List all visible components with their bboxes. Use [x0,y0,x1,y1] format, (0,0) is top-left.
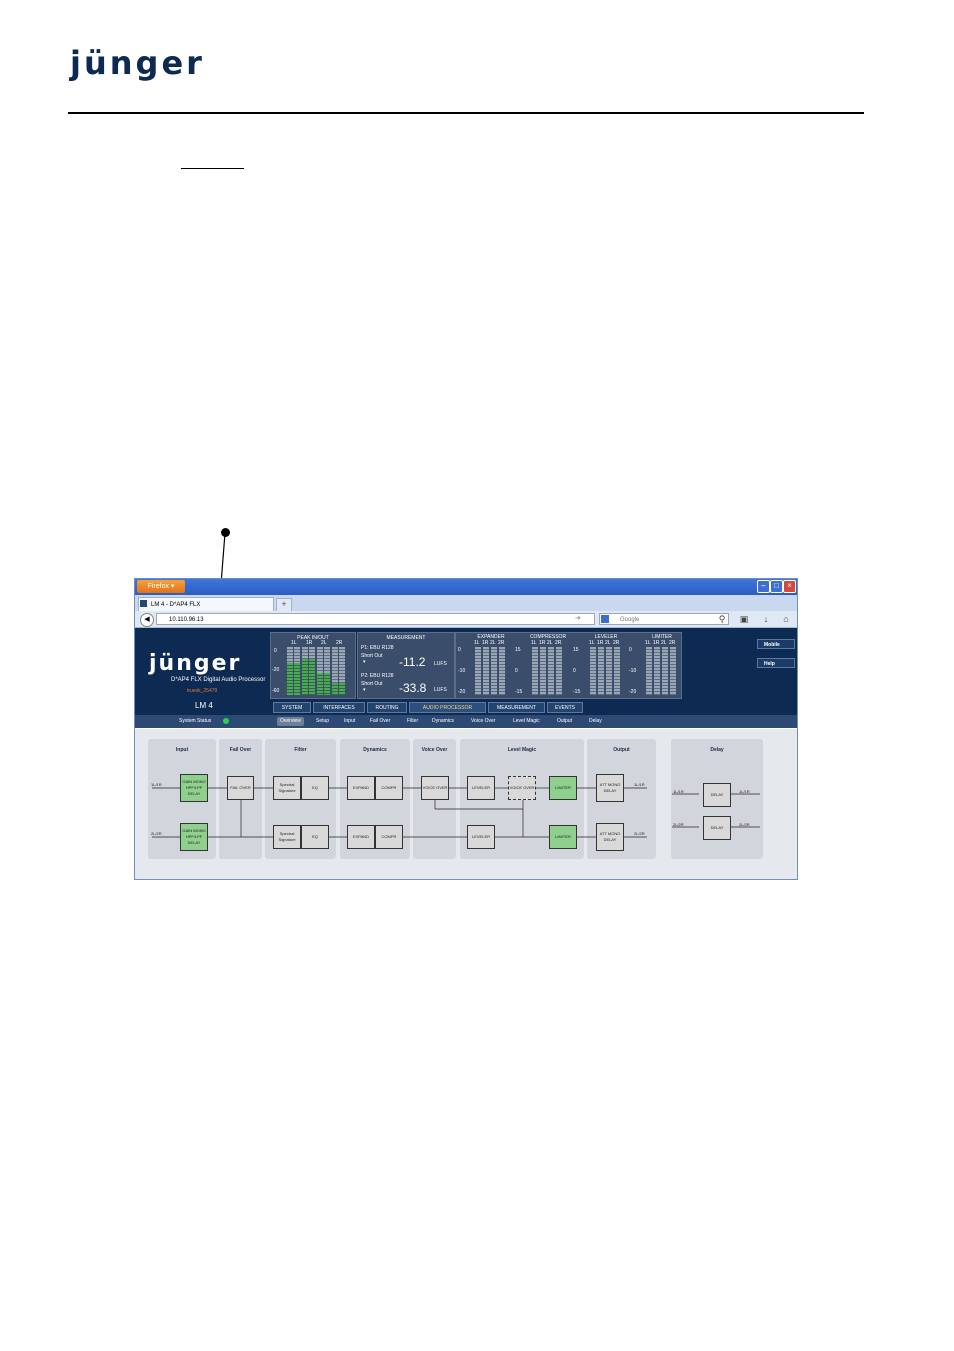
dyn-ch-2-2: 2L [605,640,611,646]
submenu-input[interactable]: Input [344,717,355,726]
dyn-scale-0-0: 0 [458,647,461,653]
compr-block-2[interactable]: COMPR [375,825,403,849]
dyn-scale-2-0: 15 [573,647,579,653]
dyn-bar-3-1 [654,647,660,695]
dyn-ch-3-1: 1R [653,640,660,646]
menu-tab-system[interactable]: SYSTEM [273,702,311,713]
limiter-block-1[interactable]: LIMITER [549,776,577,800]
dyn-ch-3-3: 2R [669,640,676,646]
submenu-setup[interactable]: Setup [316,717,329,726]
dyn-bar-1-3 [556,647,562,695]
dyn-scale-1-2: -15 [515,689,523,695]
dyn-ch-2-0: 1L [589,640,595,646]
dyn-bar-1-0 [532,647,538,695]
limiter-block-2[interactable]: LIMITER [549,825,577,849]
leveler-block-2[interactable]: LEVELER [467,825,495,849]
dyn-scale-2-2: -15 [573,689,581,695]
leveler-block-1[interactable]: LEVELER [467,776,495,800]
delay-out-1-label: 1L/1R [739,789,750,794]
dyn-bar-2-0 [590,647,596,695]
dyn-bar-3-2 [662,647,668,695]
eq-block-1[interactable]: EQ [301,776,329,800]
signal-lines [152,787,760,838]
submenu-dynamics[interactable]: Dynamics [432,717,454,726]
dyn-scale-2-1: 0 [573,668,576,674]
output-block-1[interactable]: ATT MONO DELAY [596,774,624,802]
failover-block[interactable]: FAIL OVER [227,776,254,800]
expand-block-2[interactable]: EXPAND [347,825,375,849]
dyn-scale-0-1: -10 [458,668,466,674]
menu-tab-events[interactable]: EVENTS [547,702,583,713]
dyn-bar-2-2 [606,647,612,695]
output-1-label: 1L/1R [634,782,645,787]
dyn-ch-2-3: 2R [613,640,620,646]
submenu-voice-over[interactable]: Voice Over [471,717,495,726]
delay-block-1[interactable]: DELAY [703,783,731,807]
submenu-delay[interactable]: Delay [589,717,602,726]
gain-block-2[interactable]: GAIN MONO HPF/LPF DELAY [180,823,208,851]
submenu-fail-over[interactable]: Fail Over [370,717,390,726]
dyn-ch-0-1: 1R [482,640,489,646]
submenu-overview[interactable]: Overview [277,717,304,726]
dyn-ch-2-1: 1R [597,640,604,646]
dyn-ch-1-2: 2L [547,640,553,646]
dyn-ch-0-2: 2L [490,640,496,646]
input-2-label: 2L/2R [151,831,162,836]
voiceover-block[interactable]: VOICE OVER [421,776,449,800]
spectral-block-2[interactable]: Spectral Signature [273,825,301,849]
dyn-ch-0-3: 2R [498,640,505,646]
menu-tab-routing[interactable]: ROUTING [367,702,407,713]
menu-tab-audio-processor[interactable]: AUDIO PROCESSOR [409,702,486,713]
dyn-scale-3-2: -20 [629,689,637,695]
delay-block-2[interactable]: DELAY [703,816,731,840]
dyn-ch-0-0: 1L [474,640,480,646]
delay-in-1-label: 1L/1R [673,789,684,794]
voiceover-dashed-block[interactable]: VOICE OVER [508,776,536,800]
expand-block-1[interactable]: EXPAND [347,776,375,800]
dyn-bar-3-3 [670,647,676,695]
dyn-bar-1-2 [548,647,554,695]
dyn-bar-2-3 [614,647,620,695]
spectral-block-1[interactable]: Spectral Signature [273,776,301,800]
dyn-bar-0-1 [483,647,489,695]
dyn-bar-0-0 [475,647,481,695]
dyn-ch-1-3: 2R [555,640,562,646]
delay-in-2-label: 2L/2R [673,822,684,827]
dyn-ch-1-0: 1L [531,640,537,646]
output-2-label: 2L/2R [634,831,645,836]
delay-out-2-label: 2L/2R [739,822,750,827]
submenu-output[interactable]: Output [557,717,572,726]
submenu-level-magic[interactable]: Level Magic [513,717,540,726]
dyn-scale-1-1: 0 [515,668,518,674]
dyn-scale-1-0: 15 [515,647,521,653]
dyn-bar-1-1 [540,647,546,695]
menu-tab-interfaces[interactable]: INTERFACES [313,702,365,713]
output-block-2[interactable]: ATT MONO DELAY [596,823,624,851]
compr-block-1[interactable]: COMPR [375,776,403,800]
dyn-scale-0-2: -20 [458,689,466,695]
dyn-scale-3-0: 0 [629,647,632,653]
dyn-ch-1-1: 1R [539,640,546,646]
dyn-bar-0-2 [491,647,497,695]
dyn-bar-3-0 [646,647,652,695]
browser-window: Firefox ▾ – □ × LM 4 - D*AP4 FLX + ◀ 10.… [134,578,798,880]
gain-block-1[interactable]: GAIN MONO HPF/LPF DELAY [180,774,208,802]
dyn-bar-2-1 [598,647,604,695]
dyn-scale-3-1: -10 [629,668,637,674]
menu-tab-measurement[interactable]: MEASUREMENT [488,702,545,713]
dyn-ch-3-2: 2L [661,640,667,646]
submenu-filter[interactable]: Filter [407,717,418,726]
dyn-bar-0-3 [499,647,505,695]
eq-block-2[interactable]: EQ [301,825,329,849]
dyn-ch-3-0: 1L [645,640,651,646]
input-1-label: 1L/1R [151,782,162,787]
